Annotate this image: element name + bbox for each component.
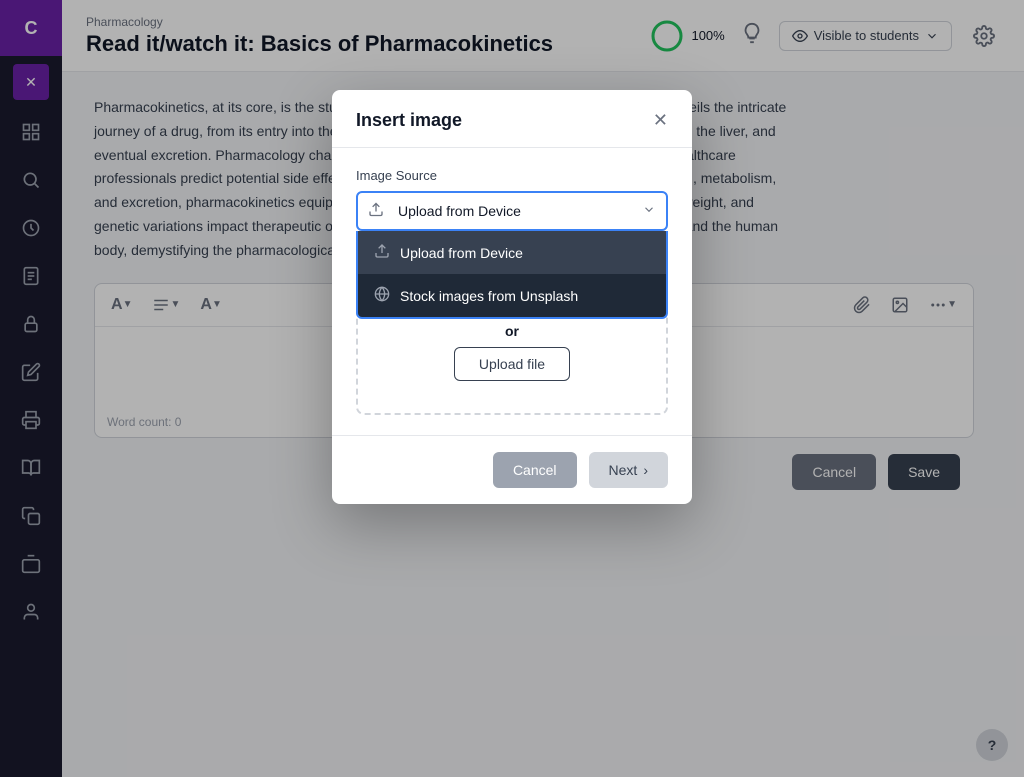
unsplash-icon xyxy=(374,286,390,305)
close-icon: ✕ xyxy=(653,110,668,131)
modal-cancel-button[interactable]: Cancel xyxy=(493,452,577,488)
modal-next-button[interactable]: Next › xyxy=(589,452,668,488)
select-arrow-icon xyxy=(642,203,656,220)
upload-file-button[interactable]: Upload file xyxy=(454,347,570,381)
upload-or-text: or xyxy=(382,323,642,339)
dropdown-item-unsplash[interactable]: Stock images from Unsplash xyxy=(358,274,666,317)
modal-close-button[interactable]: ✕ xyxy=(653,110,668,131)
next-label: Next xyxy=(609,462,638,478)
chevron-right-icon: › xyxy=(643,462,648,478)
unsplash-label: Stock images from Unsplash xyxy=(400,288,578,304)
upload-device-icon xyxy=(374,243,390,262)
select-container: Upload from Device Upload from Device xyxy=(356,191,668,231)
insert-image-modal: Insert image ✕ Image Source Upload from … xyxy=(332,90,692,504)
image-source-select[interactable]: Upload from Device xyxy=(356,191,668,231)
modal-overlay: Insert image ✕ Image Source Upload from … xyxy=(0,0,1024,777)
source-dropdown: Upload from Device Stock images from Uns… xyxy=(356,231,668,319)
modal-footer: Cancel Next › xyxy=(332,435,692,504)
upload-icon xyxy=(368,202,384,221)
select-value: Upload from Device xyxy=(398,203,521,219)
dropdown-item-upload[interactable]: Upload from Device xyxy=(358,231,666,274)
modal-title: Insert image xyxy=(356,110,462,131)
modal-header: Insert image ✕ xyxy=(332,90,692,148)
upload-device-label: Upload from Device xyxy=(400,245,523,261)
image-source-select-wrapper: Upload from Device Upload from Device xyxy=(356,191,668,231)
image-source-label: Image Source xyxy=(356,168,668,183)
modal-body: Image Source Upload from Device xyxy=(332,148,692,435)
